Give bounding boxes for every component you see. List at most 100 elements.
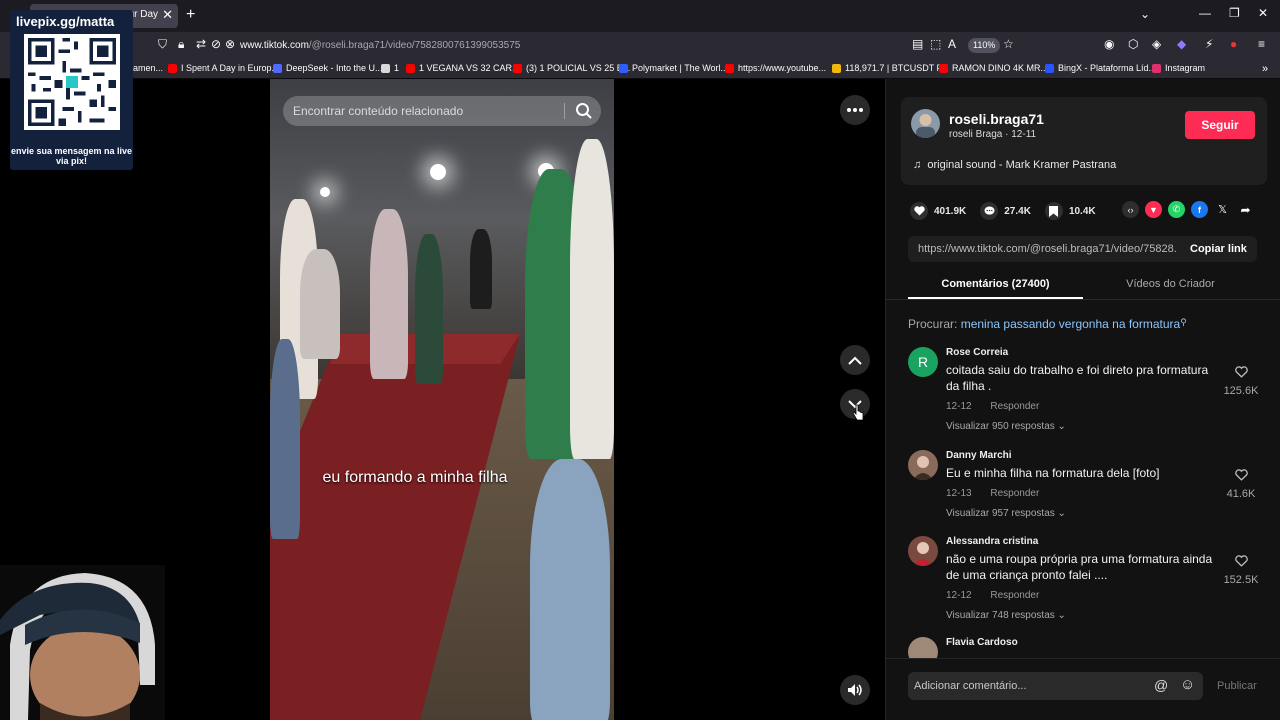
extension-icon[interactable]: ◆ xyxy=(1177,37,1186,51)
comment-like-count: 41.6K xyxy=(1226,488,1256,500)
related-search-term[interactable]: menina passando vergonha na formatura xyxy=(961,317,1180,331)
address-bar[interactable]: www.tiktok.com/@roseli.braga71/video/758… xyxy=(240,40,520,51)
author-display-name: roseli Braga · 12-11 xyxy=(949,129,1037,140)
x-icon[interactable]: 𝕏 xyxy=(1214,201,1231,218)
copy-link-button[interactable]: Copiar link xyxy=(1190,243,1247,255)
author-avatar[interactable] xyxy=(911,109,940,138)
commenter-avatar[interactable] xyxy=(908,536,938,566)
view-replies-label: Visualizar 748 respostas xyxy=(946,610,1055,621)
comment-stat[interactable]: 27.4K xyxy=(980,202,1031,220)
commenter-name[interactable]: Alessandra cristina xyxy=(946,536,1038,547)
reader-icon[interactable]: ▤ xyxy=(912,37,923,51)
bookmark-item[interactable]: https://www.youtube... xyxy=(725,63,826,73)
bookmark-item[interactable]: DeepSeek - Into the U... xyxy=(273,63,383,73)
bookmark-item[interactable]: (3) 1 POLICIAL VS 25 E... xyxy=(513,63,630,73)
send-icon[interactable]: ▼ xyxy=(1145,201,1162,218)
bookmark-label: (3) 1 POLICIAL VS 25 E... xyxy=(526,63,631,73)
previous-video-button[interactable] xyxy=(840,345,870,375)
new-tab-button[interactable]: + xyxy=(186,6,195,24)
related-search-suggestion: Procurar: menina passando vergonha na fo… xyxy=(908,317,1187,331)
chevron-down-icon: ⌄ xyxy=(1057,508,1066,519)
comment-item: Alessandra cristina não e uma roupa próp… xyxy=(908,536,1263,631)
bookmark-item[interactable]: 118,971.7 | BTCUSDT P... xyxy=(832,63,949,73)
bookmark-item[interactable]: I Spent A Day in Europ... xyxy=(168,63,279,73)
blocked-icon[interactable]: ⊘ xyxy=(211,37,221,51)
search-icon[interactable]: ⚲ xyxy=(1180,317,1187,327)
menu-icon[interactable]: ≡ xyxy=(1258,37,1265,51)
minimize-icon[interactable]: — xyxy=(1199,6,1211,20)
extension-icon[interactable]: ⚡︎ xyxy=(1205,37,1213,51)
lock-icon[interactable]: 🔒︎ xyxy=(178,37,184,52)
star-icon[interactable]: ☆ xyxy=(1003,37,1014,51)
publish-button[interactable]: Publicar xyxy=(1217,680,1257,692)
follow-button[interactable]: Seguir xyxy=(1185,111,1255,139)
bookmark-folder[interactable]: 1 xyxy=(381,63,399,73)
emoji-icon[interactable]: ☺ xyxy=(1180,676,1195,693)
related-search-input[interactable] xyxy=(293,96,563,126)
chevron-down-icon[interactable]: ⌄ xyxy=(1140,7,1150,21)
commenter-avatar[interactable] xyxy=(908,450,938,480)
video-link[interactable]: https://www.tiktok.com/@roseli.braga71/v… xyxy=(918,243,1176,255)
comment-input[interactable] xyxy=(914,672,1144,700)
save-stat[interactable]: 10.4K xyxy=(1044,202,1096,220)
extension-icon[interactable]: ◉ xyxy=(1104,37,1114,51)
bookmark-label: DeepSeek - Into the U... xyxy=(286,63,383,73)
video-person xyxy=(570,139,614,459)
shield-icon[interactable]: ⛉ xyxy=(158,37,167,52)
author-username[interactable]: roseli.braga71 xyxy=(949,111,1044,127)
bookmark-item[interactable]: 1 VEGANA VS 32 CAR... xyxy=(406,63,520,73)
close-icon[interactable]: ✕ xyxy=(162,7,173,23)
volume-button[interactable] xyxy=(840,675,870,705)
more-options-button[interactable] xyxy=(840,95,870,125)
facebook-icon[interactable]: f xyxy=(1191,201,1208,218)
related-search-box[interactable] xyxy=(283,96,601,126)
bookmark-item[interactable]: RAMON DINO 4K MR... xyxy=(939,63,1048,73)
embed-icon[interactable]: ‹› xyxy=(1122,201,1139,218)
view-replies-button[interactable]: Visualizar 748 respostas ⌄ xyxy=(946,610,1066,621)
view-replies-button[interactable]: Visualizar 957 respostas ⌄ xyxy=(946,508,1066,519)
bookmark-item[interactable]: Instagram xyxy=(1152,63,1205,73)
comment-like-button[interactable]: 125.6K xyxy=(1221,365,1261,397)
zoom-level[interactable]: 110% xyxy=(968,38,1001,53)
view-replies-label: Visualizar 950 respostas xyxy=(946,421,1055,432)
reply-button[interactable]: Responder xyxy=(990,488,1039,499)
view-replies-button[interactable]: Visualizar 950 respostas ⌄ xyxy=(946,421,1066,432)
extension-icon[interactable]: ◈ xyxy=(1152,37,1161,51)
commenter-avatar[interactable] xyxy=(908,637,938,658)
tab-comments[interactable]: Comentários (27400) xyxy=(908,278,1083,290)
like-stat[interactable]: 401.9K xyxy=(910,202,966,220)
music-link[interactable]: ♫ original sound - Mark Kramer Pastrana xyxy=(913,159,1116,171)
commenter-name[interactable]: Danny Marchi xyxy=(946,450,1012,461)
permissions-icon[interactable]: ⇄ xyxy=(196,37,206,51)
reply-button[interactable]: Responder xyxy=(990,401,1039,412)
restore-icon[interactable]: ❐ xyxy=(1229,6,1240,20)
comment-like-count: 125.6K xyxy=(1223,385,1259,397)
tracking-icon[interactable]: ⊗ xyxy=(225,37,235,51)
search-icon[interactable] xyxy=(575,102,593,120)
chevron-right-icon[interactable]: » xyxy=(1262,63,1268,75)
comment-like-button[interactable]: 152.5K xyxy=(1221,554,1261,586)
reply-button[interactable]: Responder xyxy=(990,590,1039,601)
chevron-up-icon xyxy=(848,356,862,365)
share-icon[interactable]: ➦ xyxy=(1237,201,1254,218)
video-person xyxy=(415,234,443,384)
translate-icon[interactable]: A xyxy=(948,37,956,51)
whatsapp-icon[interactable]: ✆ xyxy=(1168,201,1185,218)
extension-icon[interactable]: ⬡ xyxy=(1128,37,1138,51)
tab-creator-videos[interactable]: Vídeos do Criador xyxy=(1083,278,1258,290)
commenter-name[interactable]: Flavia Cardoso xyxy=(946,637,1018,648)
bookmark-item[interactable]: BingX - Plataforma Líd... xyxy=(1045,63,1156,73)
mention-icon[interactable]: @ xyxy=(1154,677,1168,693)
comment-like-button[interactable]: 41.6K xyxy=(1221,468,1261,500)
commenter-name[interactable]: Rose Correia xyxy=(946,347,1008,358)
comment-input-box[interactable]: @ ☺ xyxy=(908,672,1203,700)
video-player[interactable]: eu formando a minha filha xyxy=(270,79,614,720)
engagement-stats: 401.9K 27.4K 10.4K xyxy=(910,201,1110,221)
commenter-avatar[interactable]: R xyxy=(908,347,938,377)
bookmark-item[interactable]: Polymarket | The Worl... xyxy=(619,63,728,73)
comment-item: Flavia Cardoso xyxy=(908,637,1263,658)
close-window-icon[interactable]: ✕ xyxy=(1258,6,1268,20)
screenshot-icon[interactable]: ⬚ xyxy=(930,37,941,51)
adblock-icon[interactable]: ● xyxy=(1230,37,1237,51)
comment-icon xyxy=(980,202,999,220)
